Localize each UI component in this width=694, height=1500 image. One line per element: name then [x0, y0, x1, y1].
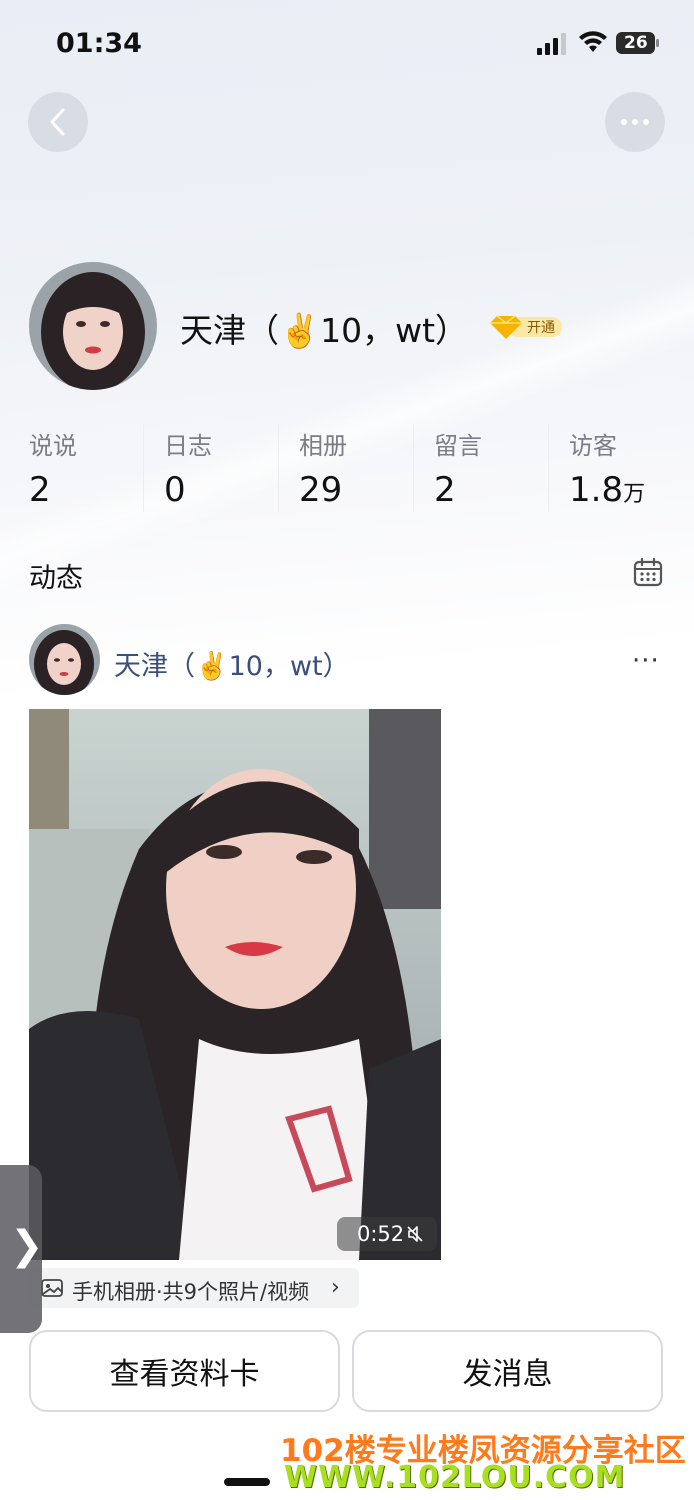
- stat-visitors[interactable]: 访客 1.8万: [569, 420, 694, 516]
- stat-label: 访客: [569, 432, 617, 460]
- feed-section-title: 动态: [29, 563, 83, 594]
- stat-value: 1.8万: [569, 470, 646, 510]
- stat-value: 29: [299, 470, 343, 510]
- avatar-image: [29, 624, 100, 695]
- stats-row: 说说 2 日志 0 相册 29 留言 2 访客 1.8万: [0, 420, 694, 516]
- chevron-right-icon: ›: [331, 1275, 340, 1300]
- status-time: 01:34: [56, 28, 142, 59]
- stat-label: 相册: [299, 432, 347, 460]
- post-video[interactable]: [29, 709, 441, 1260]
- post-more-button[interactable]: ···: [632, 646, 660, 676]
- more-horizontal-icon: [621, 119, 649, 125]
- more-options-button[interactable]: [605, 92, 665, 152]
- post-author-avatar[interactable]: [29, 624, 100, 695]
- status-bar: 01:34 26: [0, 0, 694, 88]
- divider: [143, 424, 144, 512]
- vip-open-badge[interactable]: 开通: [527, 317, 555, 337]
- avatar-image: [29, 262, 157, 390]
- stat-label: 说说: [29, 432, 77, 460]
- album-link[interactable]: 手机相册·共9个照片/视频 ›: [29, 1268, 359, 1308]
- back-button[interactable]: [28, 92, 88, 152]
- side-drawer-tab[interactable]: ❯: [0, 1165, 44, 1333]
- chevron-left-icon: [50, 108, 65, 136]
- stat-label: 日志: [164, 432, 212, 460]
- send-message-button[interactable]: 发消息: [352, 1330, 663, 1412]
- stat-value: 2: [434, 470, 456, 510]
- mute-icon[interactable]: [405, 1224, 425, 1244]
- wifi-icon: [579, 31, 607, 52]
- home-indicator[interactable]: [224, 1478, 270, 1486]
- battery-level: 26: [624, 33, 648, 53]
- image-icon: [41, 1279, 63, 1297]
- signal-icon: [537, 33, 566, 55]
- stat-unit: 万: [623, 482, 646, 507]
- video-thumbnail: [29, 709, 441, 1260]
- view-profile-card-button[interactable]: 查看资料卡: [29, 1330, 340, 1412]
- profile-name: 天津（✌️10，wt）: [180, 311, 469, 350]
- stat-value: 0: [164, 470, 186, 510]
- video-duration: 0:52: [357, 1222, 405, 1246]
- divider: [548, 424, 549, 512]
- calendar-icon[interactable]: [633, 557, 663, 587]
- stat-value: 2: [29, 470, 51, 510]
- divider: [413, 424, 414, 512]
- chevron-right-icon: ❯: [10, 1223, 44, 1269]
- post-author-name[interactable]: 天津（✌️10，wt）: [114, 644, 350, 683]
- profile-avatar[interactable]: [29, 262, 157, 390]
- watermark-line2: WWW.102LOU.COM: [284, 1460, 626, 1495]
- album-link-label: 手机相册·共9个照片/视频: [72, 1280, 310, 1304]
- stat-label: 留言: [434, 432, 482, 460]
- divider: [278, 424, 279, 512]
- video-duration-badge: 0:52: [337, 1217, 437, 1251]
